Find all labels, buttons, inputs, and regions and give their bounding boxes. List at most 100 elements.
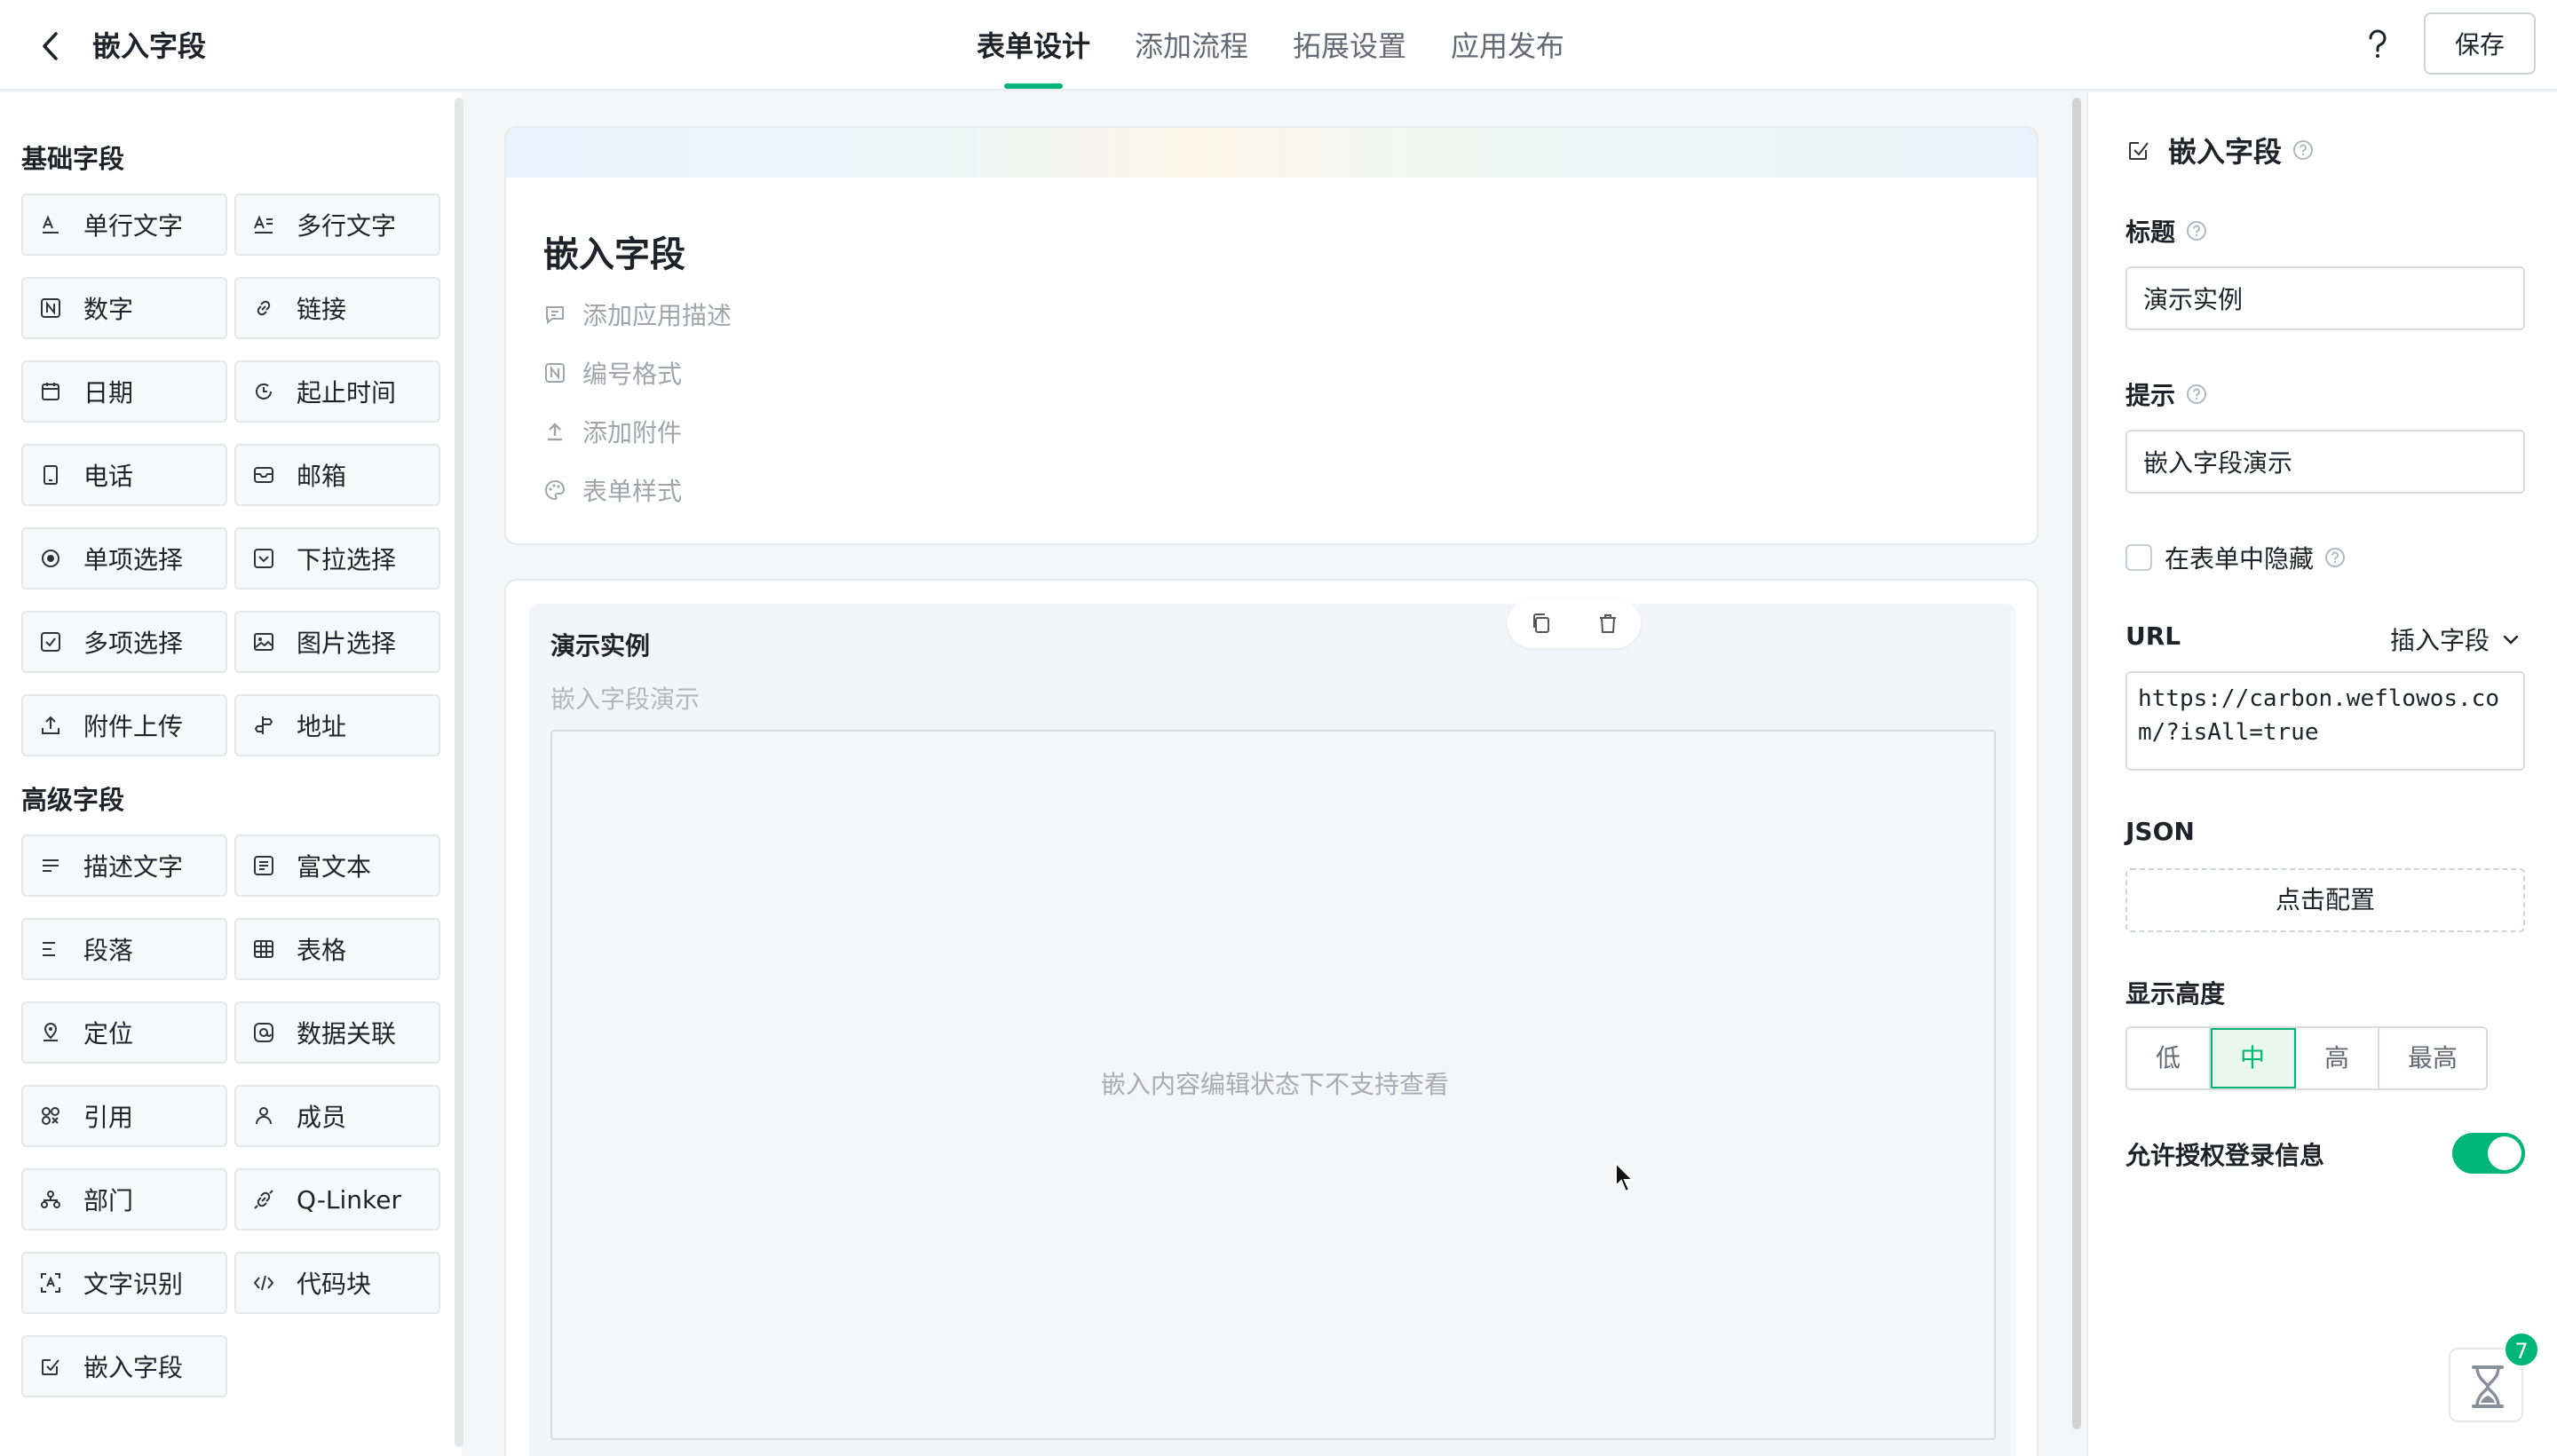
- canvas-scrollbar[interactable]: [2072, 98, 2081, 1429]
- rich-text-icon: [254, 856, 273, 875]
- field-phone[interactable]: 电话: [21, 444, 227, 506]
- field-label: 描述文字: [83, 852, 184, 882]
- height-option-high[interactable]: 高: [2296, 1028, 2379, 1088]
- field-mail[interactable]: 邮箱: [234, 444, 440, 506]
- hint-input[interactable]: [2126, 430, 2525, 494]
- title-input[interactable]: [2126, 266, 2525, 330]
- form-style-button[interactable]: 表单样式: [543, 472, 682, 508]
- field-label: 单行文字: [83, 211, 184, 241]
- hide-in-form-checkbox[interactable]: [2126, 544, 2152, 571]
- field-code-block[interactable]: 代码块: [234, 1252, 440, 1314]
- field-label: 日期: [83, 378, 134, 408]
- table-icon: [254, 940, 273, 958]
- field-palette: 基础字段 单行文字 多行文字 数字 链接 日期 起止时间 电话 邮箱 单项选择: [0, 92, 462, 1456]
- field-time-range[interactable]: 起止时间: [234, 360, 440, 423]
- field-label: 图片选择: [297, 629, 397, 658]
- json-config-button[interactable]: 点击配置: [2126, 868, 2525, 932]
- tab-add-flow[interactable]: 添加流程: [1135, 0, 1248, 91]
- checkbox-icon: [41, 632, 60, 652]
- field-label: 部门: [83, 1186, 134, 1215]
- properties-header: 嵌入字段: [2126, 130, 2314, 170]
- number-format-button[interactable]: 编号格式: [543, 355, 682, 391]
- field-multi-choice[interactable]: 多项选择: [21, 611, 227, 673]
- field-label: 数字: [83, 295, 134, 324]
- field-embed[interactable]: 嵌入字段: [21, 1335, 227, 1397]
- hourglass-icon: [2472, 1365, 2504, 1408]
- field-q-linker[interactable]: Q-Linker: [234, 1168, 440, 1230]
- field-single-line-text[interactable]: 单行文字: [21, 194, 227, 256]
- toggle-knob: [2488, 1136, 2521, 1170]
- field-table[interactable]: 表格: [234, 918, 440, 980]
- field-label: 单项选择: [83, 545, 184, 574]
- field-rich-text[interactable]: 富文本: [234, 835, 440, 897]
- field-description[interactable]: 描述文字: [21, 835, 227, 897]
- radio-icon: [42, 550, 59, 567]
- form-header-card[interactable]: 嵌入字段 添加应用描述 编号格式 添加附件 表单样式: [504, 126, 2038, 545]
- url-textarea[interactable]: https://carbon.weflowos.com/?isAll=true: [2126, 671, 2525, 771]
- field-location[interactable]: 定位: [21, 1001, 227, 1064]
- top-bar: 嵌入字段 表单设计 添加流程 拓展设置 应用发布 保存: [0, 0, 2557, 91]
- allow-auth-toggle[interactable]: [2452, 1133, 2525, 1174]
- field-link[interactable]: 链接: [234, 277, 440, 339]
- palette-icon: [545, 479, 566, 501]
- embed-placeholder-message: 嵌入内容编辑状态下不支持查看: [1100, 1070, 1449, 1099]
- member-icon: [256, 1107, 272, 1125]
- palette-scrollbar[interactable]: [455, 98, 463, 1447]
- help-circle-icon[interactable]: [2324, 547, 2346, 568]
- field-image-choice[interactable]: 图片选择: [234, 611, 440, 673]
- height-option-highest[interactable]: 最高: [2379, 1028, 2486, 1088]
- embed-field-selected[interactable]: 演示实例 嵌入字段演示 嵌入内容编辑状态下不支持查看: [529, 598, 2015, 1456]
- field-member[interactable]: 成员: [234, 1085, 440, 1147]
- field-dropdown[interactable]: 下拉选择: [234, 527, 440, 590]
- add-attachment-button[interactable]: 添加附件: [543, 414, 682, 449]
- field-data-link[interactable]: 数据关联: [234, 1001, 440, 1064]
- insert-field-dropdown[interactable]: 插入字段: [2390, 621, 2521, 657]
- height-option-low[interactable]: 低: [2127, 1028, 2211, 1088]
- back-button[interactable]: [32, 27, 71, 66]
- ocr-icon: [41, 1273, 60, 1293]
- embed-icon: [42, 1359, 59, 1375]
- field-multi-line-text[interactable]: 多行文字: [234, 194, 440, 256]
- delete-icon[interactable]: [1595, 610, 1621, 637]
- number-format-icon: [545, 363, 565, 383]
- meta-label: 添加附件: [582, 418, 683, 447]
- help-circle-icon[interactable]: [2292, 139, 2314, 161]
- url-label: URL: [2126, 621, 2181, 651]
- main-tabs: 表单设计 添加流程 拓展设置 应用发布: [977, 0, 1564, 91]
- tab-extension-settings[interactable]: 拓展设置: [1293, 0, 1406, 91]
- advanced-fields-title: 高级字段: [21, 785, 125, 815]
- title-label: 标题: [2126, 218, 2176, 247]
- tab-form-design[interactable]: 表单设计: [977, 0, 1090, 91]
- link-icon: [257, 300, 271, 316]
- form-banner: [506, 128, 2037, 178]
- tab-app-publish[interactable]: 应用发布: [1451, 0, 1564, 91]
- field-paragraph[interactable]: 段落: [21, 918, 227, 980]
- field-single-choice[interactable]: 单项选择: [21, 527, 227, 590]
- field-date[interactable]: 日期: [21, 360, 227, 423]
- copy-icon[interactable]: [1528, 610, 1555, 637]
- allow-auth-label: 允许授权登录信息: [2126, 1141, 2325, 1170]
- form-title[interactable]: 嵌入字段: [543, 226, 685, 277]
- field-label: 起止时间: [297, 378, 397, 408]
- field-reference[interactable]: 引用: [21, 1085, 227, 1147]
- field-label: 链接: [297, 295, 347, 324]
- hint-label: 提示: [2126, 381, 2176, 410]
- help-circle-icon[interactable]: [2186, 220, 2207, 241]
- field-label: 下拉选择: [297, 545, 397, 574]
- help-button[interactable]: [2356, 23, 2399, 66]
- save-button[interactable]: 保存: [2424, 12, 2536, 75]
- add-description-button[interactable]: 添加应用描述: [543, 297, 732, 332]
- field-attachment[interactable]: 附件上传: [21, 694, 227, 756]
- help-circle-icon[interactable]: [2186, 384, 2207, 405]
- hide-in-form-checkbox-row[interactable]: 在表单中隐藏: [2126, 540, 2346, 575]
- embed-field-card[interactable]: 演示实例 嵌入字段演示 嵌入内容编辑状态下不支持查看: [504, 579, 2038, 1456]
- field-address[interactable]: 地址: [234, 694, 440, 756]
- field-ocr[interactable]: 文字识别: [21, 1252, 227, 1314]
- field-number[interactable]: 数字: [21, 277, 227, 339]
- display-height-label: 显示高度: [2126, 979, 2226, 1009]
- height-option-medium[interactable]: 中: [2211, 1028, 2296, 1088]
- paragraph-icon: [43, 942, 55, 956]
- field-department[interactable]: 部门: [21, 1168, 227, 1230]
- attach-icon: [548, 423, 562, 441]
- field-title: 演示实例: [550, 631, 651, 661]
